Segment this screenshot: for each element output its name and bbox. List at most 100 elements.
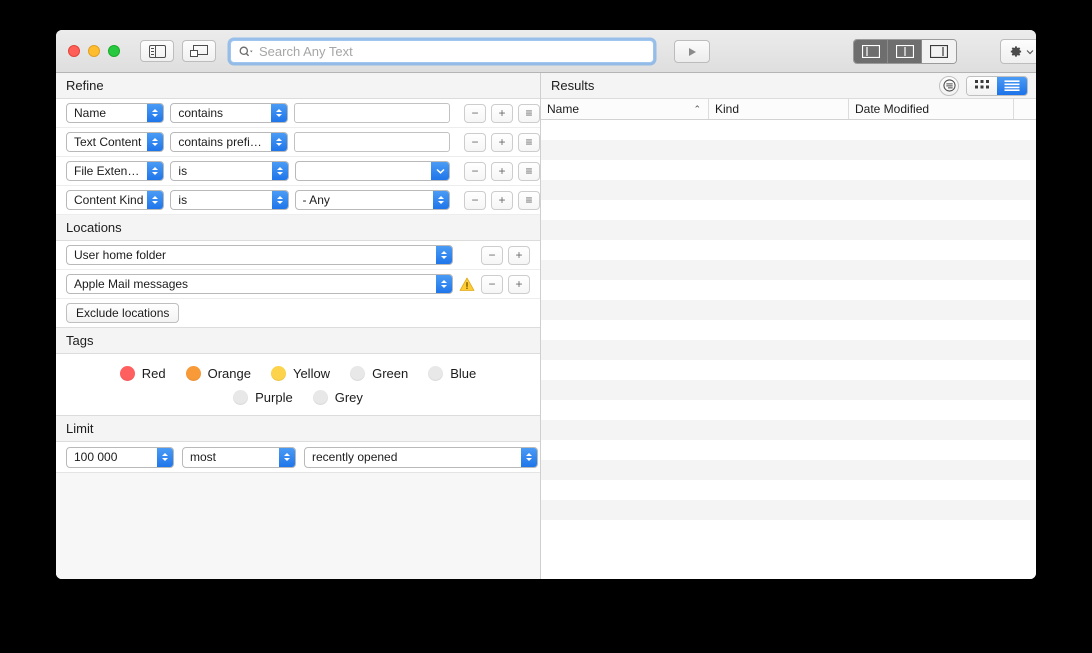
criteria-options-button[interactable]: ≡ (518, 161, 540, 181)
results-list[interactable] (541, 120, 1036, 579)
tag-label: Red (141, 366, 166, 381)
tag-purple[interactable]: Purple (233, 390, 293, 405)
stepper-arrows-icon (279, 447, 295, 467)
criteria-options-button[interactable]: ≡ (517, 132, 540, 152)
sidebar-icon (148, 44, 166, 58)
table-row[interactable] (541, 480, 1036, 500)
preview-toggle-button[interactable] (182, 40, 216, 62)
criteria-attribute-select[interactable]: File Extension (66, 161, 165, 181)
table-row[interactable] (541, 520, 1036, 540)
criteria-operator-select[interactable]: is (170, 161, 289, 181)
tag-color-swatch (119, 366, 135, 381)
tag-grey[interactable]: Grey (312, 390, 363, 405)
column-header-name[interactable]: Name ⌃ (541, 99, 709, 119)
tag-color-swatch (350, 366, 366, 381)
tag-yellow[interactable]: Yellow (270, 366, 330, 381)
add-location-button[interactable]: + (508, 245, 530, 265)
location-select[interactable]: User home folder (66, 245, 453, 265)
exclude-locations-button[interactable]: Exclude locations (66, 303, 180, 323)
run-search-button[interactable] (674, 40, 710, 63)
remove-criteria-button[interactable]: − (464, 161, 486, 181)
tag-blue[interactable]: Blue (428, 366, 476, 381)
stepper-arrows-icon (271, 191, 288, 209)
table-row[interactable] (541, 120, 1036, 140)
location-select[interactable]: Apple Mail messages (66, 274, 453, 294)
sidebar-toggle-button[interactable] (140, 40, 174, 62)
stepper-arrows-icon (521, 447, 537, 467)
limit-qualifier-select[interactable]: most (182, 446, 296, 468)
criteria-operator-value: is (178, 193, 188, 207)
table-row[interactable] (541, 500, 1036, 520)
close-button[interactable] (68, 45, 80, 57)
tag-orange[interactable]: Orange (185, 366, 251, 381)
criteria-operator-select[interactable]: contains (170, 103, 289, 123)
layout-split-icon (895, 45, 914, 58)
table-row[interactable] (541, 340, 1036, 360)
results-filter-button[interactable] (939, 75, 959, 96)
tag-color-swatch (185, 366, 201, 381)
criteria-value-input[interactable] (294, 103, 450, 123)
criteria-options-button[interactable]: ≡ (517, 103, 540, 123)
add-location-button[interactable]: + (508, 274, 530, 294)
table-row[interactable] (541, 380, 1036, 400)
column-header-kind[interactable]: Kind (709, 99, 849, 119)
remove-criteria-button[interactable]: − (464, 190, 486, 210)
tag-color-swatch (428, 366, 444, 381)
tag-color-swatch (233, 390, 249, 405)
table-row[interactable] (541, 460, 1036, 480)
remove-location-button[interactable]: − (481, 245, 503, 265)
minimize-button[interactable] (88, 45, 100, 57)
layout-right-button[interactable] (922, 40, 956, 63)
criteria-operator-select[interactable]: is (170, 190, 289, 210)
criteria-attribute-select[interactable]: Content Kind (66, 190, 165, 210)
criteria-options-button[interactable]: ≡ (518, 190, 540, 210)
add-criteria-button[interactable]: + (491, 161, 513, 181)
list-view-button[interactable] (997, 76, 1027, 95)
table-row[interactable] (541, 180, 1036, 200)
table-row[interactable] (541, 220, 1036, 240)
remove-criteria-button[interactable]: − (463, 103, 486, 123)
table-row[interactable] (541, 200, 1036, 220)
criteria-value-input[interactable] (294, 132, 450, 152)
table-row[interactable] (541, 420, 1036, 440)
settings-menu-button[interactable] (1000, 39, 1036, 64)
layout-left-button[interactable] (854, 40, 888, 63)
search-input[interactable]: Search Any Text (230, 40, 654, 63)
refine-panel: Refine Name contains − + ≡ Text Content … (56, 73, 541, 579)
zoom-button[interactable] (108, 45, 120, 57)
table-row[interactable] (541, 160, 1036, 180)
table-row[interactable] (541, 320, 1036, 340)
warning-icon (459, 277, 475, 291)
stepper-arrows-icon (271, 133, 288, 151)
results-header-controls (939, 75, 1028, 96)
limit-criterion-select[interactable]: recently opened (304, 446, 538, 468)
layout-split-button[interactable] (888, 40, 922, 63)
table-row[interactable] (541, 300, 1036, 320)
remove-criteria-button[interactable]: − (463, 132, 486, 152)
criteria-attribute-select[interactable]: Name (66, 103, 165, 123)
remove-location-button[interactable]: − (481, 274, 503, 294)
tag-red[interactable]: Red (119, 366, 166, 381)
grid-view-button[interactable] (967, 76, 997, 95)
table-row[interactable] (541, 400, 1036, 420)
limit-count-select[interactable]: 100 000 (66, 446, 174, 468)
table-row[interactable] (541, 360, 1036, 380)
layout-left-icon (861, 45, 880, 58)
add-criteria-button[interactable]: + (490, 132, 513, 152)
criteria-row: File Extension is − + ≡ (56, 157, 540, 186)
table-row[interactable] (541, 260, 1036, 280)
criteria-attribute-select[interactable]: Text Content (66, 132, 165, 152)
table-row[interactable] (541, 140, 1036, 160)
criteria-value-combobox[interactable] (294, 161, 450, 181)
column-label: Kind (715, 102, 740, 116)
tags-body: Red Orange Yellow Green Blue Purple Grey (56, 354, 540, 416)
add-criteria-button[interactable]: + (490, 103, 513, 123)
table-row[interactable] (541, 240, 1036, 260)
add-criteria-button[interactable]: + (491, 190, 513, 210)
criteria-value-select[interactable]: - Any (294, 190, 450, 210)
column-header-date-modified[interactable]: Date Modified (849, 99, 1014, 119)
tag-green[interactable]: Green (350, 366, 408, 381)
table-row[interactable] (541, 280, 1036, 300)
table-row[interactable] (541, 440, 1036, 460)
criteria-operator-select[interactable]: contains prefixes (170, 132, 289, 152)
